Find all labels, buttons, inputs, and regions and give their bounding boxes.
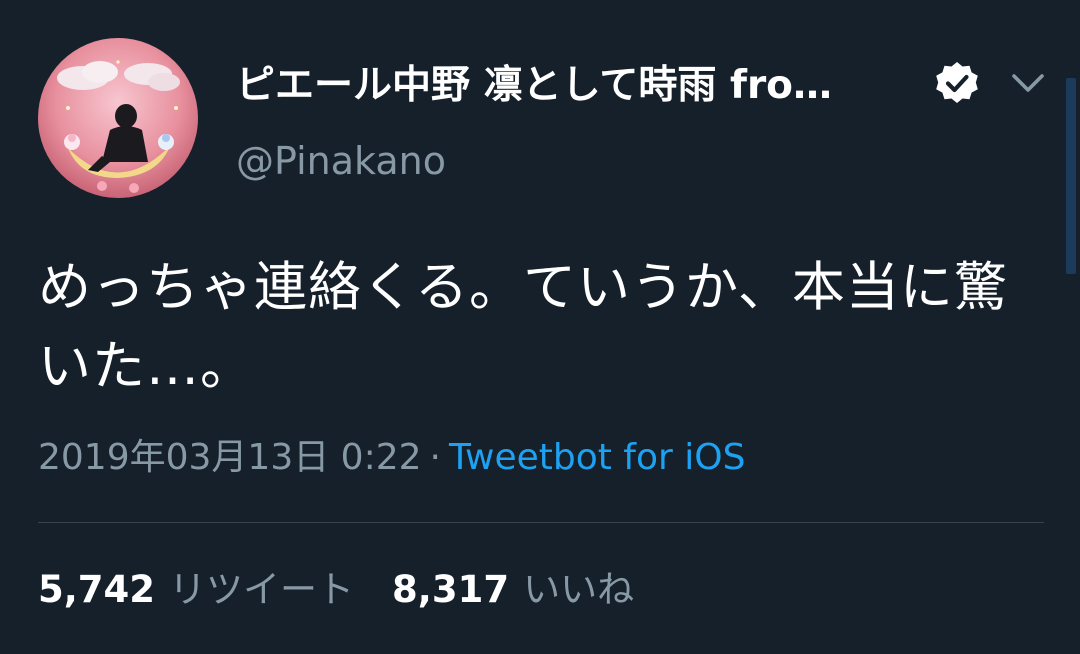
chevron-down-icon[interactable]: [1006, 66, 1050, 102]
tweet-detail: ピエール中野 凛として時雨 fro… @Pinakano めっちゃ連絡くる。てい…: [0, 0, 1080, 654]
meta-separator: ·: [429, 437, 441, 478]
retweets-label: リツイート: [169, 568, 355, 611]
tweet-client-link[interactable]: Tweetbot for iOS: [449, 437, 745, 478]
tweet-text: めっちゃ連絡くる。ていうか、本当に驚いた…。: [38, 257, 1008, 397]
author-display-name[interactable]: ピエール中野 凛として時雨 fro…: [236, 58, 896, 114]
tweet-metadata: 2019年03月13日 0:22 · Tweetbot for iOS: [38, 432, 745, 484]
likes-stat[interactable]: 8,317 いいね: [392, 568, 634, 611]
retweets-count: 5,742: [38, 568, 156, 611]
tweet-stats: 5,742 リツイート 8,317 いいね: [38, 564, 634, 616]
likes-label: いいね: [523, 568, 635, 611]
avatar-image: [38, 38, 198, 198]
retweets-stat[interactable]: 5,742 リツイート: [38, 568, 354, 611]
avatar[interactable]: [38, 38, 198, 198]
divider: [38, 522, 1044, 523]
author-handle[interactable]: @Pinakano: [236, 136, 446, 186]
scrollbar[interactable]: [1066, 78, 1076, 274]
verified-badge-icon: [936, 62, 978, 103]
tweet-timestamp[interactable]: 2019年03月13日 0:22: [38, 437, 422, 478]
likes-count: 8,317: [392, 568, 510, 611]
